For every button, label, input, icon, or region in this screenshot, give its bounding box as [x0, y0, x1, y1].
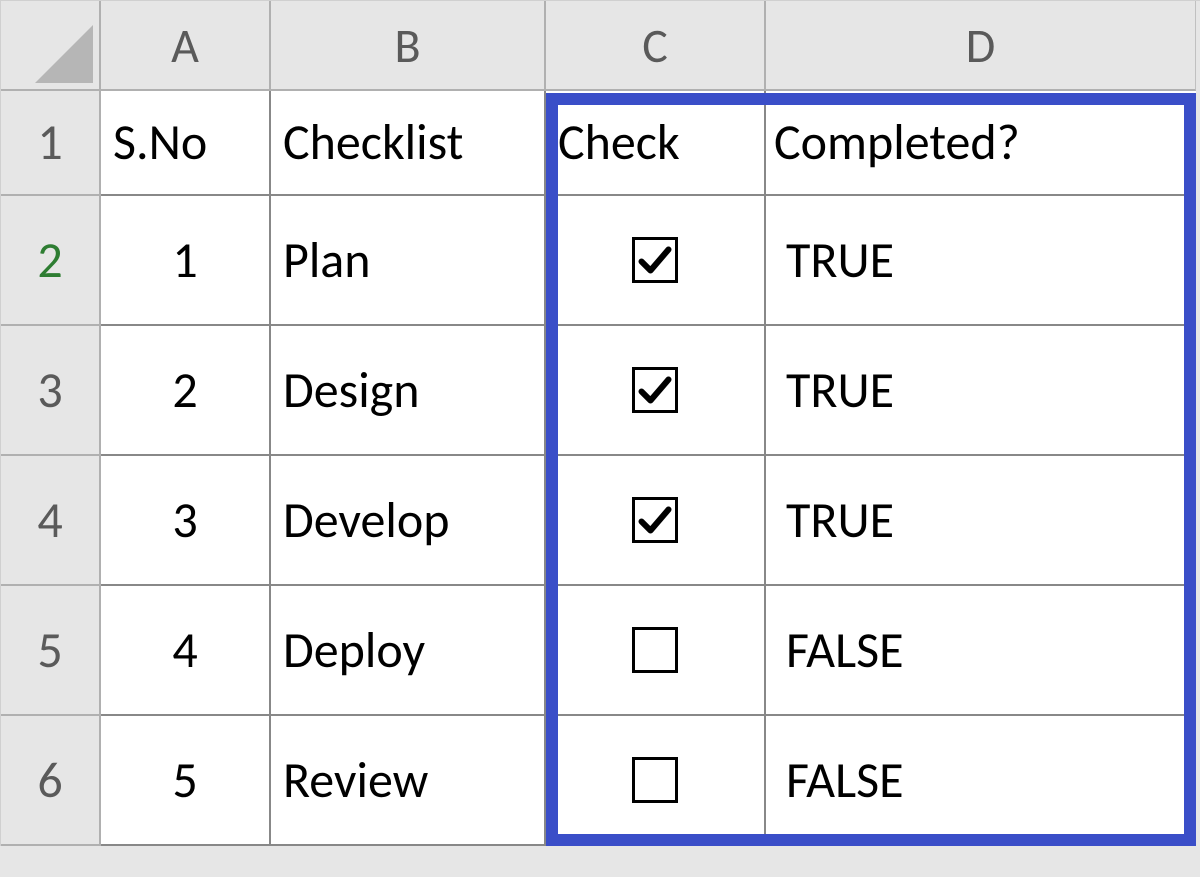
- header-completed: Completed?: [774, 112, 1020, 173]
- cell-C2[interactable]: [546, 196, 766, 326]
- header-sno: S.No: [113, 112, 207, 173]
- checklist-value: Review: [283, 750, 428, 811]
- cell-D1[interactable]: Completed?: [766, 91, 1196, 196]
- checklist-value: Plan: [283, 230, 371, 291]
- checklist-value: Deploy: [283, 620, 425, 681]
- checkbox[interactable]: [632, 367, 678, 413]
- cell-C3[interactable]: [546, 326, 766, 456]
- row-header-3[interactable]: 3: [1, 326, 101, 456]
- cell-A3[interactable]: 2: [101, 326, 271, 456]
- cell-A6[interactable]: 5: [101, 716, 271, 846]
- header-checklist: Checklist: [283, 112, 463, 173]
- column-header-C[interactable]: C: [546, 1, 766, 91]
- checkbox[interactable]: [632, 757, 678, 803]
- column-header-B[interactable]: B: [271, 1, 546, 91]
- completed-value: FALSE: [786, 620, 904, 681]
- row-header-5[interactable]: 5: [1, 586, 101, 716]
- checkbox[interactable]: [632, 237, 678, 283]
- cell-B4[interactable]: Develop: [271, 456, 546, 586]
- checklist-value: Design: [283, 360, 419, 421]
- completed-value: TRUE: [786, 360, 894, 421]
- cell-A1[interactable]: S.No: [101, 91, 271, 196]
- cell-D4[interactable]: TRUE: [766, 456, 1196, 586]
- cell-A5[interactable]: 4: [101, 586, 271, 716]
- row-header-2[interactable]: 2: [1, 196, 101, 326]
- cell-B5[interactable]: Deploy: [271, 586, 546, 716]
- row-header-6[interactable]: 6: [1, 716, 101, 846]
- completed-value: FALSE: [786, 750, 904, 811]
- sno-value: 1: [172, 230, 197, 291]
- cell-B2[interactable]: Plan: [271, 196, 546, 326]
- cell-A4[interactable]: 3: [101, 456, 271, 586]
- cell-D5[interactable]: FALSE: [766, 586, 1196, 716]
- cell-C1[interactable]: Check: [546, 91, 766, 196]
- cell-B1[interactable]: Checklist: [271, 91, 546, 196]
- cell-B6[interactable]: Review: [271, 716, 546, 846]
- checklist-value: Develop: [283, 490, 449, 551]
- cell-C4[interactable]: [546, 456, 766, 586]
- sno-value: 5: [172, 750, 197, 811]
- cell-D6[interactable]: FALSE: [766, 716, 1196, 846]
- cell-A2[interactable]: 1: [101, 196, 271, 326]
- checkbox[interactable]: [632, 627, 678, 673]
- completed-value: TRUE: [786, 230, 894, 291]
- sno-value: 4: [172, 620, 197, 681]
- sno-value: 3: [172, 490, 197, 551]
- cell-C5[interactable]: [546, 586, 766, 716]
- checkbox[interactable]: [632, 497, 678, 543]
- column-header-A[interactable]: A: [101, 1, 271, 91]
- row-header-1[interactable]: 1: [1, 91, 101, 196]
- completed-value: TRUE: [786, 490, 894, 551]
- cell-D2[interactable]: TRUE: [766, 196, 1196, 326]
- bottom-gutter: [0, 846, 1200, 877]
- row-header-4[interactable]: 4: [1, 456, 101, 586]
- column-header-D[interactable]: D: [766, 1, 1196, 91]
- cell-B3[interactable]: Design: [271, 326, 546, 456]
- header-check: Check: [558, 112, 680, 173]
- select-all-corner[interactable]: [1, 1, 101, 91]
- cell-C6[interactable]: [546, 716, 766, 846]
- spreadsheet-grid: A B C D 1 S.No Checklist Check Completed…: [0, 0, 1200, 846]
- cell-D3[interactable]: TRUE: [766, 326, 1196, 456]
- sno-value: 2: [172, 360, 197, 421]
